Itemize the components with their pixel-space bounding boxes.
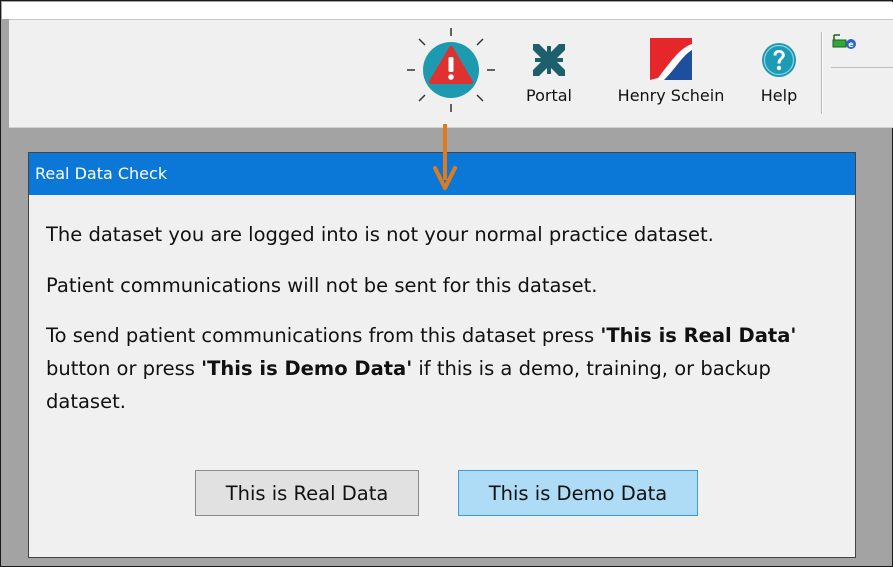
annotation-arrow-icon [433,124,457,190]
this-is-real-data-button[interactable]: This is Real Data [195,470,419,516]
help-label: Help [760,86,798,105]
connection-button[interactable]: e [831,31,857,51]
toolbar-overflow-line [831,67,893,68]
help-button[interactable]: Help [749,20,809,127]
svg-text:e: e [848,40,854,49]
this-is-demo-data-button[interactable]: This is Demo Data [458,470,698,516]
portal-label: Portal [526,86,572,105]
communications-warning-text: Patient communications will not be sent … [46,274,598,297]
henry-schein-label: Henry Schein [617,86,725,105]
network-connection-icon: e [832,34,856,49]
henry-schein-logo-icon [650,38,692,80]
toolbar: Portal Henry Schein Help e [9,19,893,128]
warning-icon [407,28,495,112]
portal-button[interactable]: Portal [514,20,584,127]
instructions-part-1: To send patient communications from this… [46,324,601,347]
demo-data-reference: 'This is Demo Data' [201,357,413,380]
instructions-part-2: button or press [46,357,202,380]
real-data-check-dialog: Real Data Check The dataset you are logg… [28,152,856,558]
henry-schein-button[interactable]: Henry Schein [606,20,736,127]
instructions-text: To send patient communications from this… [46,319,846,418]
app-window: Portal Henry Schein Help e Real Data Che… [0,0,893,567]
title-strip [2,2,893,19]
real-data-reference: 'This is Real Data' [600,324,797,347]
help-icon [762,43,796,77]
portal-arrows-icon [533,44,565,76]
toolbar-separator-highlight [822,32,823,114]
warning-alert-button[interactable] [405,26,497,114]
dataset-warning-text: The dataset you are logged into is not y… [46,223,714,246]
